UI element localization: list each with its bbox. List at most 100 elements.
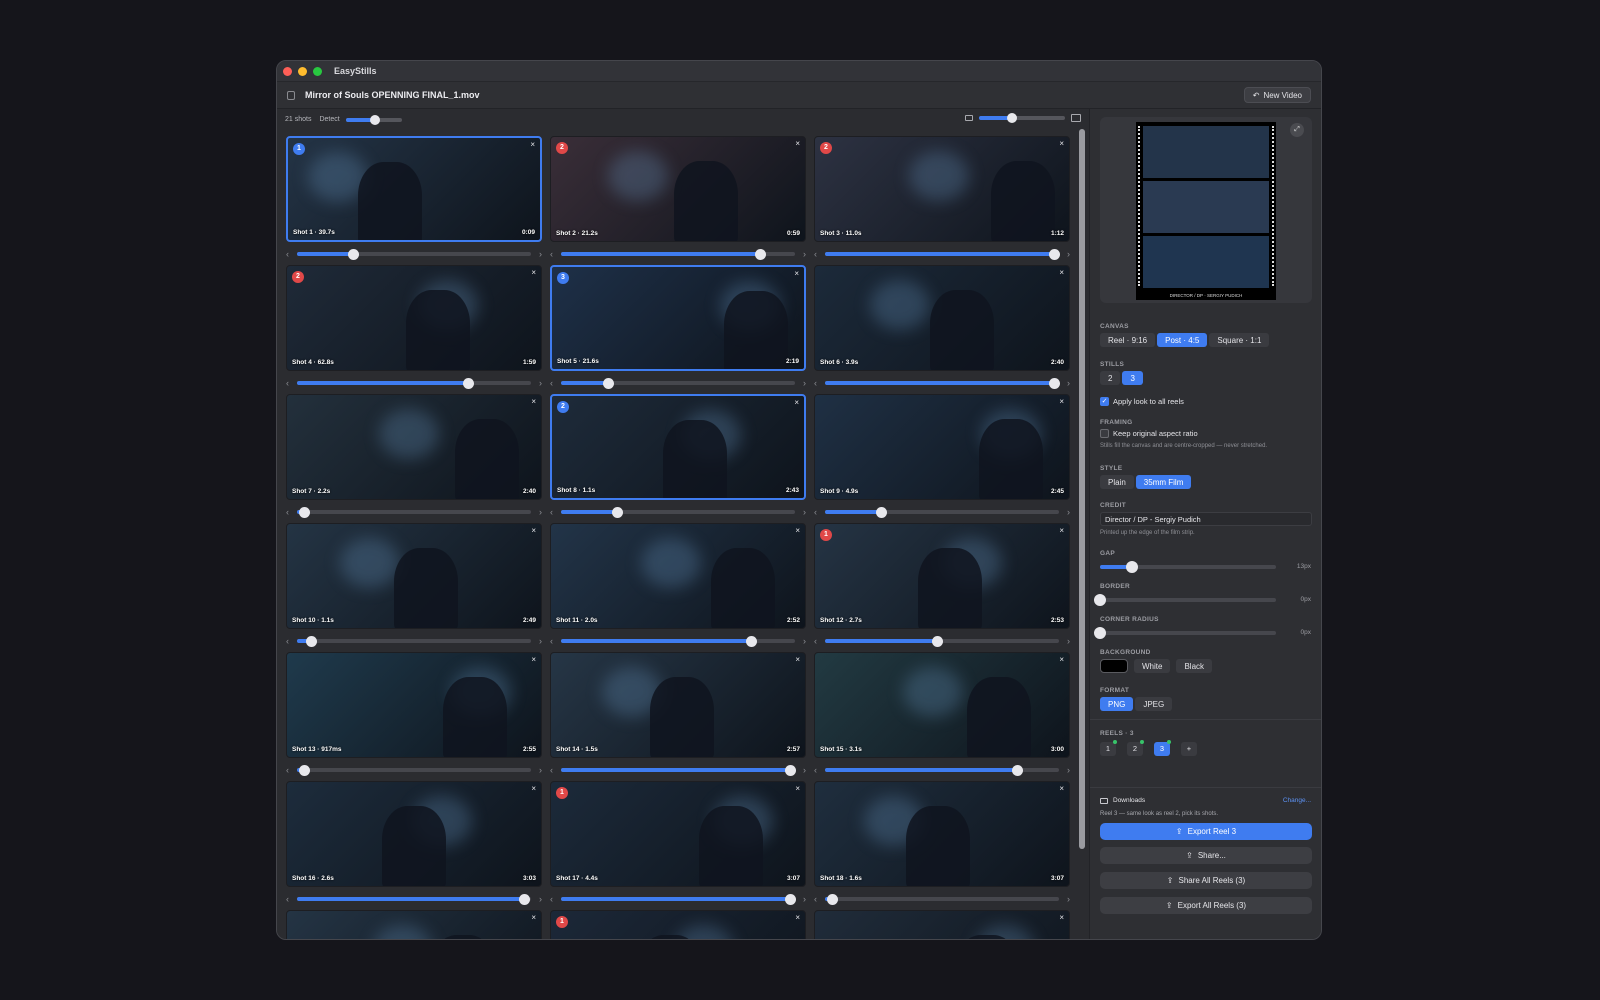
frame-scrubber[interactable]: ‹ › bbox=[286, 377, 542, 389]
frame-scrubber[interactable]: ‹ › bbox=[814, 377, 1070, 389]
next-frame-icon[interactable]: › bbox=[1067, 506, 1070, 518]
share-button[interactable]: ⇪ Share... bbox=[1100, 847, 1312, 864]
shot-thumbnail[interactable]: × Shot 10 · 1.1s 2:49 bbox=[286, 523, 542, 629]
remove-shot-icon[interactable]: × bbox=[531, 526, 536, 535]
frame-scrubber[interactable]: ‹ › bbox=[550, 506, 806, 518]
frame-scrubber[interactable]: ‹ › bbox=[286, 764, 542, 776]
shot-thumbnail[interactable]: × Shot 9 · 4.9s 2:45 bbox=[814, 394, 1070, 500]
frame-scrubber[interactable]: ‹ › bbox=[550, 764, 806, 776]
remove-shot-icon[interactable]: × bbox=[795, 913, 800, 922]
scrubber-track[interactable] bbox=[297, 378, 531, 389]
remove-shot-icon[interactable]: × bbox=[1059, 784, 1064, 793]
next-frame-icon[interactable]: › bbox=[803, 635, 806, 647]
gap-slider[interactable] bbox=[1100, 561, 1276, 573]
next-frame-icon[interactable]: › bbox=[803, 893, 806, 905]
scrubber-knob[interactable] bbox=[462, 378, 474, 389]
prev-frame-icon[interactable]: ‹ bbox=[550, 893, 553, 905]
shot-card[interactable]: × Shot 15 · 3.1s 3:00 ‹ › bbox=[814, 652, 1070, 780]
scrubber-knob[interactable] bbox=[785, 894, 797, 905]
frame-scrubber[interactable]: ‹ › bbox=[286, 635, 542, 647]
change-location-link[interactable]: Change... bbox=[1283, 797, 1311, 804]
shot-card[interactable]: 2 × Shot 8 · 1.1s 2:43 ‹ › bbox=[550, 394, 806, 522]
scrubber-knob[interactable] bbox=[827, 894, 839, 905]
prev-frame-icon[interactable]: ‹ bbox=[550, 635, 553, 647]
scrubber-knob[interactable] bbox=[754, 249, 766, 260]
format-option[interactable]: JPEG bbox=[1135, 697, 1173, 711]
prev-frame-icon[interactable]: ‹ bbox=[286, 893, 289, 905]
scrubber-track[interactable] bbox=[297, 507, 531, 518]
shot-thumbnail[interactable]: × Shot 11 · 2.0s 2:52 bbox=[550, 523, 806, 629]
shot-card[interactable]: 2 × Shot 3 · 11.0s 1:12 ‹ › bbox=[814, 136, 1070, 264]
scrubber-track[interactable] bbox=[297, 894, 531, 905]
scrubber-track[interactable] bbox=[825, 894, 1059, 905]
scrubber-track[interactable] bbox=[297, 249, 531, 260]
remove-shot-icon[interactable]: × bbox=[794, 269, 799, 278]
scrubber-track[interactable] bbox=[825, 378, 1061, 389]
shot-thumbnail[interactable]: 2 × Shot 8 · 1.1s 2:43 bbox=[550, 394, 806, 500]
frame-scrubber[interactable]: ‹ › bbox=[286, 506, 542, 518]
expand-icon[interactable]: ⤢ bbox=[1290, 123, 1304, 137]
shot-card[interactable]: 1 × Shot 17 · 4.4s 3:07 ‹ › bbox=[550, 781, 806, 909]
reel-tab[interactable]: 2 bbox=[1127, 740, 1144, 756]
detect-slider-knob[interactable] bbox=[369, 114, 380, 125]
shot-card[interactable]: × Shot 7 · 2.2s 2:40 ‹ › bbox=[286, 394, 542, 522]
frame-scrubber[interactable]: ‹ › bbox=[286, 893, 542, 905]
stills-count-option[interactable]: 3 bbox=[1122, 371, 1143, 385]
scrubber-knob[interactable] bbox=[612, 507, 624, 518]
gap-slider-knob[interactable] bbox=[1125, 561, 1138, 573]
shot-card[interactable]: 3 × Shot 5 · 21.6s 2:19 ‹ › bbox=[550, 265, 806, 393]
scrubber-knob[interactable] bbox=[306, 636, 318, 647]
style-option[interactable]: Plain bbox=[1100, 475, 1134, 489]
next-frame-icon[interactable]: › bbox=[1067, 893, 1070, 905]
next-frame-icon[interactable]: › bbox=[539, 764, 542, 776]
remove-shot-icon[interactable]: × bbox=[795, 139, 800, 148]
scrubber-knob[interactable] bbox=[876, 507, 888, 518]
frame-scrubber[interactable]: ‹ › bbox=[550, 893, 806, 905]
share-all-reels-button[interactable]: ⇪ Share All Reels (3) bbox=[1100, 872, 1312, 889]
border-slider-knob[interactable] bbox=[1094, 594, 1106, 606]
prev-frame-icon[interactable]: ‹ bbox=[286, 635, 289, 647]
frame-scrubber[interactable]: ‹ › bbox=[814, 635, 1070, 647]
detect-slider[interactable] bbox=[345, 114, 402, 125]
shot-card[interactable]: × Shot 13 · 917ms 2:55 ‹ › bbox=[286, 652, 542, 780]
shot-card[interactable]: × Shot 16 · 2.6s 3:03 ‹ › bbox=[286, 781, 542, 909]
next-frame-icon[interactable]: › bbox=[803, 248, 806, 260]
keep-aspect-toggle[interactable]: Keep original aspect ratio bbox=[1100, 429, 1198, 438]
corner-radius-slider-knob[interactable] bbox=[1094, 627, 1106, 639]
scrubber-knob[interactable] bbox=[1011, 765, 1023, 776]
add-reel-button[interactable]: + bbox=[1181, 742, 1197, 756]
zoom-slider-knob[interactable] bbox=[1006, 113, 1017, 123]
shot-card[interactable]: 1×‹› bbox=[550, 910, 806, 939]
scrubber-track[interactable] bbox=[561, 249, 795, 260]
scrubber-knob[interactable] bbox=[1049, 249, 1061, 260]
shot-card[interactable]: × Shot 14 · 1.5s 2:57 ‹ › bbox=[550, 652, 806, 780]
zoom-slider[interactable] bbox=[979, 113, 1065, 123]
scrubber-track[interactable] bbox=[561, 765, 797, 776]
shot-card[interactable]: 1 × Shot 12 · 2.7s 2:53 ‹ › bbox=[814, 523, 1070, 651]
canvas-option[interactable]: Post · 4:5 bbox=[1157, 333, 1208, 347]
remove-shot-icon[interactable]: × bbox=[794, 398, 799, 407]
next-frame-icon[interactable]: › bbox=[539, 377, 542, 389]
close-window-button[interactable] bbox=[283, 66, 292, 76]
remove-shot-icon[interactable]: × bbox=[1059, 139, 1064, 148]
minimize-window-button[interactable] bbox=[298, 66, 307, 76]
shot-thumbnail[interactable]: 2 × Shot 3 · 11.0s 1:12 bbox=[814, 136, 1070, 242]
checkbox-checked-icon[interactable]: ✓ bbox=[1100, 397, 1109, 406]
frame-scrubber[interactable]: ‹ › bbox=[814, 893, 1070, 905]
scrubber-track[interactable] bbox=[825, 636, 1059, 647]
scrubber-knob[interactable] bbox=[518, 894, 530, 905]
scrubber-track[interactable] bbox=[825, 249, 1061, 260]
style-option[interactable]: 35mm Film bbox=[1135, 475, 1192, 489]
scrubber-track[interactable] bbox=[825, 765, 1059, 776]
format-option[interactable]: PNG bbox=[1100, 697, 1134, 711]
shot-thumbnail[interactable]: × Shot 18 · 1.6s 3:07 bbox=[814, 781, 1070, 887]
prev-frame-icon[interactable]: ‹ bbox=[286, 377, 289, 389]
shot-thumbnail[interactable]: 1 × Shot 12 · 2.7s 2:53 bbox=[814, 523, 1070, 629]
prev-frame-icon[interactable]: ‹ bbox=[814, 506, 817, 518]
corner-radius-slider[interactable] bbox=[1094, 627, 1276, 639]
scrollbar-thumb[interactable] bbox=[1079, 129, 1085, 849]
next-frame-icon[interactable]: › bbox=[539, 893, 542, 905]
prev-frame-icon[interactable]: ‹ bbox=[814, 764, 817, 776]
next-frame-icon[interactable]: › bbox=[803, 764, 806, 776]
prev-frame-icon[interactable]: ‹ bbox=[550, 248, 553, 260]
